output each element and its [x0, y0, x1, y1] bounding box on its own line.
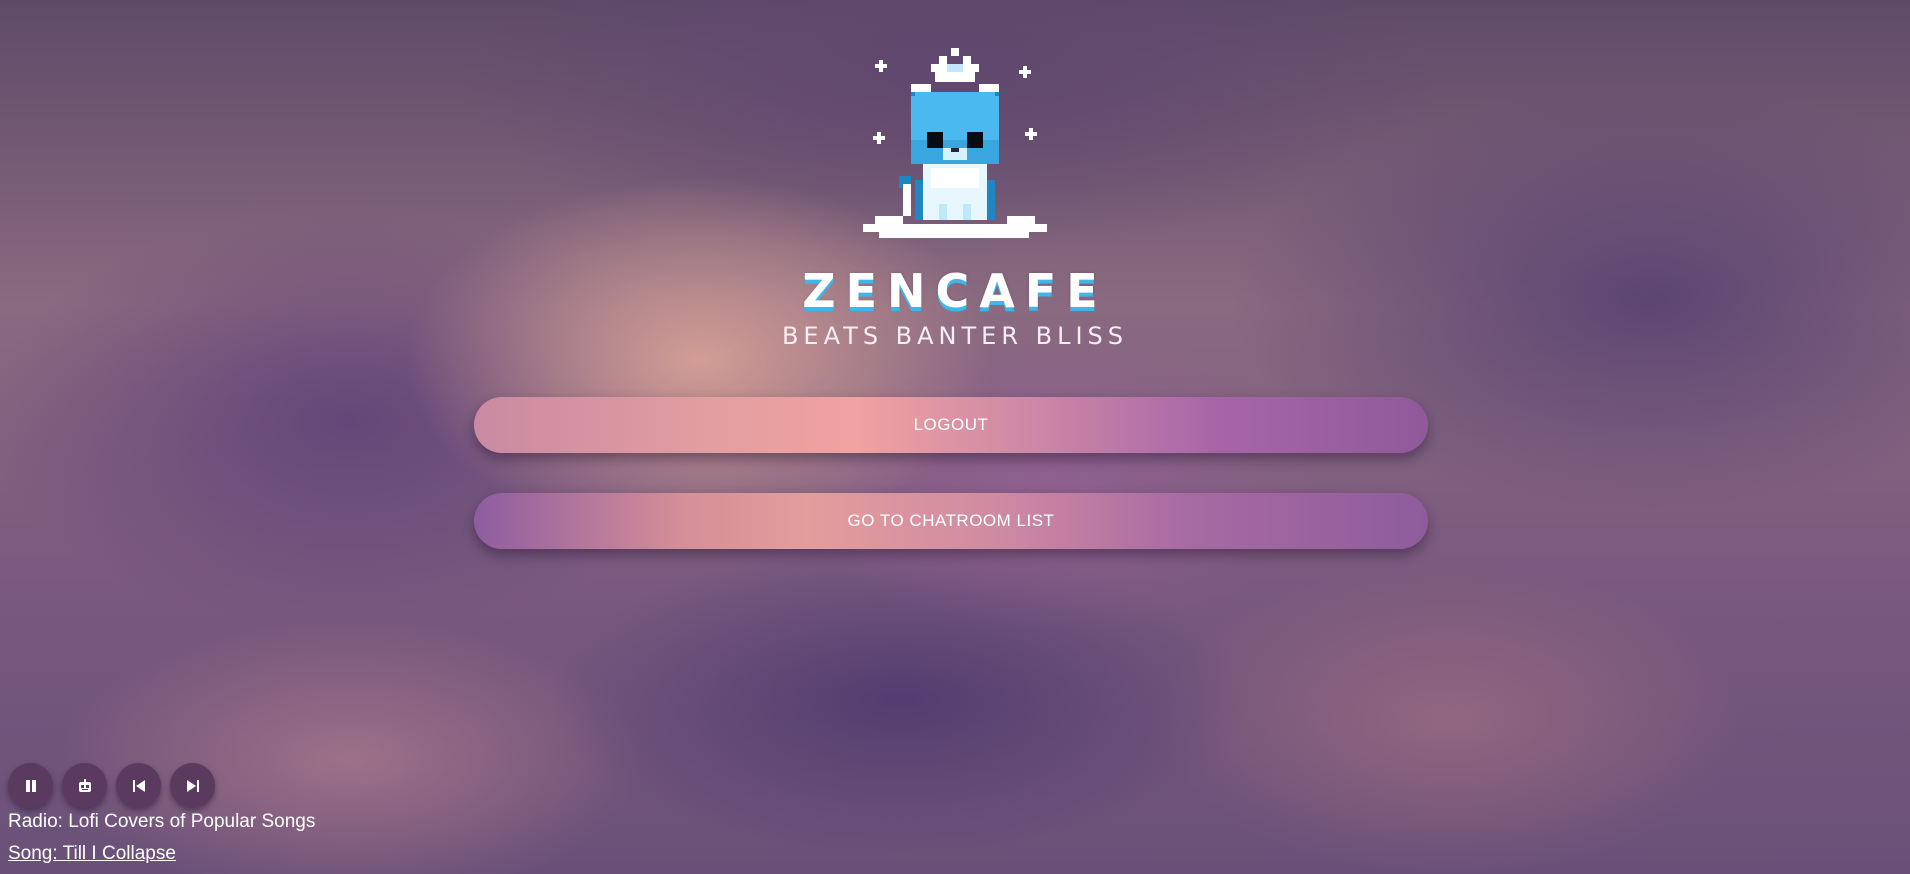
previous-button[interactable]	[116, 763, 161, 808]
radio-station-label: Radio: Lofi Covers of Popular Songs	[8, 811, 316, 832]
brand-header: ZENCAFE BEATS BANTER BLISS	[0, 40, 1910, 350]
brand-wordmark: ZENCAFE	[802, 264, 1108, 318]
brand-tagline: BEATS BANTER BLISS	[781, 322, 1129, 350]
pause-button[interactable]	[8, 763, 53, 808]
chatroom-list-button[interactable]: GO TO CHATROOM LIST	[474, 493, 1428, 549]
pause-icon	[25, 779, 36, 792]
radio-player-controls	[8, 763, 215, 808]
skip-previous-icon	[132, 779, 145, 792]
next-button[interactable]	[170, 763, 215, 808]
zencafe-cat-logo	[863, 48, 1047, 238]
skip-next-icon	[186, 779, 199, 792]
robot-icon	[78, 778, 91, 792]
song-link[interactable]: Song: Till I Collapse	[8, 843, 176, 865]
logout-button[interactable]: LOGOUT	[474, 397, 1428, 453]
bot-button[interactable]	[62, 763, 107, 808]
